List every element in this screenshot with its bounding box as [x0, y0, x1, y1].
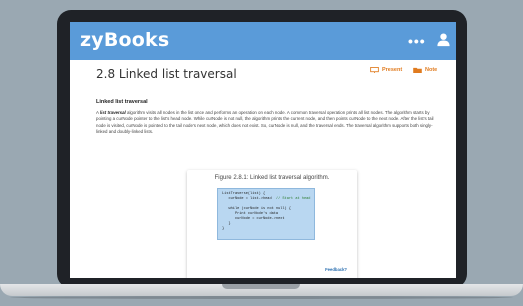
base-shadow [10, 296, 513, 299]
laptop-base [0, 284, 523, 296]
body-paragraph: A list traversal algorithm visits all no… [96, 110, 436, 135]
zybooks-logo[interactable]: zyBooks [80, 29, 169, 51]
subheading: Linked list traversal [96, 99, 148, 105]
base-notch [222, 284, 300, 289]
folder-icon [413, 67, 422, 73]
code-line: curNode = list->head // Start at head [222, 197, 311, 201]
figure-caption: Figure 2.8.1: Linked list traversal algo… [214, 175, 330, 181]
more-menu-icon[interactable]: ••• [408, 33, 426, 49]
note-button[interactable]: Note [413, 67, 437, 73]
present-button[interactable]: Present [370, 67, 402, 73]
browser-screen: zyBooks ••• 2.8 Linked list traversal Pr… [70, 22, 456, 278]
top-bar: zyBooks ••• [70, 22, 456, 60]
user-icon[interactable] [436, 32, 451, 47]
section-title: 2.8 Linked list traversal [96, 67, 237, 81]
code-block: ListTraverse(list) { curNode = list->hea… [217, 188, 315, 240]
present-icon [370, 67, 379, 73]
code-line: } [222, 227, 225, 231]
note-label: Note [425, 67, 438, 73]
figure-card: Figure 2.8.1: Linked list traversal algo… [187, 170, 357, 278]
term-list-traversal: list traversal [99, 110, 126, 115]
feedback-link[interactable]: Feedback? [325, 267, 347, 272]
paragraph-body: algorithm visits all nodes in the list o… [96, 110, 434, 134]
present-label: Present [382, 67, 403, 73]
